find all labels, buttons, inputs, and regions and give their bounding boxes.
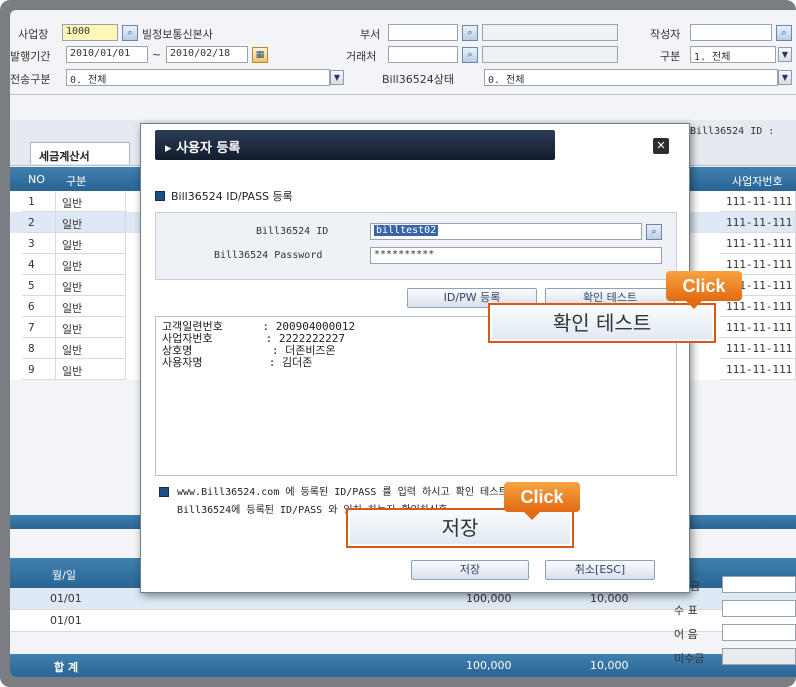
side-field-check[interactable] bbox=[722, 600, 796, 617]
cell-bizno: 111-11-111 bbox=[720, 338, 796, 359]
pw-label: Bill36524 Password bbox=[214, 250, 323, 261]
type-select[interactable]: 1. 전체 bbox=[690, 46, 776, 63]
total-amount: 100,000 bbox=[466, 659, 512, 672]
dept-name-field bbox=[482, 24, 618, 41]
calendar-icon[interactable]: ▦ bbox=[252, 47, 268, 63]
lower-row-date: 01/01 bbox=[50, 592, 82, 605]
cell-no: 2 bbox=[22, 212, 56, 233]
lower-row-tax: 10,000 bbox=[590, 592, 629, 605]
cell-no: 4 bbox=[22, 254, 56, 275]
cell-no: 6 bbox=[22, 296, 56, 317]
bill-status-label: Bill36524상태 bbox=[382, 73, 454, 86]
screenshot-frame: 사업장 1000 ⌕ 빌정보통신본사 부서 ⌕ 작성자 ⌕ 발행기간 2010/… bbox=[0, 0, 796, 687]
cell-no: 3 bbox=[22, 233, 56, 254]
cell-no: 8 bbox=[22, 338, 56, 359]
header-divider bbox=[10, 94, 796, 95]
side-field-note[interactable] bbox=[722, 624, 796, 641]
id-search-icon[interactable]: ⌕ bbox=[646, 224, 662, 240]
click-callout-save: Click bbox=[504, 482, 580, 520]
dialog-title: ▸ 사용자 등록 bbox=[155, 130, 555, 160]
cell-type: 일반 bbox=[56, 296, 126, 317]
lower-row-amount: 100,000 bbox=[466, 592, 512, 605]
bill-status-dropdown-icon[interactable]: ▼ bbox=[778, 70, 792, 85]
cell-type: 일반 bbox=[56, 191, 126, 212]
cell-bizno: 111-11-111 bbox=[720, 233, 796, 254]
section-heading: Bill36524 ID/PASS 등록 bbox=[155, 188, 293, 204]
col-no: NO bbox=[28, 173, 45, 186]
id-field[interactable]: billtest02 bbox=[370, 223, 642, 240]
business-label: 사업장 bbox=[18, 28, 49, 41]
date-separator: ~ bbox=[152, 48, 162, 61]
cell-bizno: 111-11-111 bbox=[720, 359, 796, 380]
cell-type: 일반 bbox=[56, 338, 126, 359]
lower-row-date: 01/01 bbox=[50, 614, 82, 627]
period-label: 발행기간 bbox=[10, 50, 51, 63]
bill-id-label: Bill36524 ID : bbox=[690, 126, 775, 137]
cell-no: 1 bbox=[22, 191, 56, 212]
id-value: billtest02 bbox=[374, 225, 439, 236]
app-screen: 사업장 1000 ⌕ 빌정보통신본사 부서 ⌕ 작성자 ⌕ 발행기간 2010/… bbox=[10, 10, 796, 677]
bullet-icon bbox=[155, 191, 165, 201]
partner-name-field bbox=[482, 46, 618, 63]
send-select[interactable]: 0. 전체 bbox=[66, 69, 330, 86]
type-label: 구분 bbox=[660, 50, 681, 63]
cell-no: 5 bbox=[22, 275, 56, 296]
tab-tax-invoice[interactable]: 세금계산서 bbox=[30, 142, 130, 164]
cell-type: 일반 bbox=[56, 254, 126, 275]
side-label-note: 어 음 bbox=[674, 628, 698, 641]
business-code-field[interactable]: 1000 bbox=[62, 24, 118, 41]
business-search-icon[interactable]: ⌕ bbox=[122, 25, 138, 41]
cell-type: 일반 bbox=[56, 317, 126, 338]
id-label: Bill36524 ID bbox=[256, 226, 329, 237]
credential-form: Bill36524 ID billtest02 ⌕ Bill36524 Pass… bbox=[155, 212, 677, 280]
cell-type: 일반 bbox=[56, 233, 126, 254]
side-field-receivable bbox=[722, 648, 796, 665]
col-date: 월/일 bbox=[52, 569, 76, 582]
cell-bizno: 111-11-111 bbox=[720, 317, 796, 338]
partner-search-icon[interactable]: ⌕ bbox=[462, 47, 478, 63]
close-icon[interactable]: ✕ bbox=[653, 138, 669, 154]
click-callout-test: Click bbox=[666, 271, 742, 309]
total-label: 합 계 bbox=[54, 661, 79, 674]
dept-search-icon[interactable]: ⌕ bbox=[462, 25, 478, 41]
partner-field[interactable] bbox=[388, 46, 458, 63]
cell-type: 일반 bbox=[56, 359, 126, 380]
bill-status-select[interactable]: 0. 전체 bbox=[484, 69, 778, 86]
date-to-field[interactable]: 2010/02/18 bbox=[166, 46, 248, 63]
total-tax: 10,000 bbox=[590, 659, 629, 672]
col-bizno: 사업자번호 bbox=[732, 175, 783, 188]
section-title: Bill36524 ID/PASS 등록 bbox=[171, 190, 293, 203]
bullet-icon bbox=[159, 487, 169, 497]
dialog-title-text: 사용자 등록 bbox=[176, 141, 241, 156]
cell-bizno: 111-11-111 bbox=[720, 212, 796, 233]
cancel-button[interactable]: 취소[ESC] bbox=[545, 560, 655, 580]
business-name: 빌정보통신본사 bbox=[142, 28, 213, 41]
writer-label: 작성자 bbox=[650, 28, 681, 41]
side-label-check: 수 표 bbox=[674, 604, 698, 617]
cell-type: 일반 bbox=[56, 275, 126, 296]
cell-bizno: 111-11-111 bbox=[720, 191, 796, 212]
partner-label: 거래처 bbox=[346, 50, 377, 63]
side-label-cash: 금 bbox=[690, 580, 701, 593]
test-button-callout[interactable]: 확인 테스트 bbox=[488, 303, 716, 343]
dept-label: 부서 bbox=[360, 28, 381, 41]
side-field-cash[interactable] bbox=[722, 576, 796, 593]
dept-field[interactable] bbox=[388, 24, 458, 41]
save-button[interactable]: 저장 bbox=[411, 560, 529, 580]
cell-type: 일반 bbox=[56, 212, 126, 233]
dialog-titlebar: ▸ 사용자 등록 ✕ bbox=[141, 124, 689, 164]
col-type: 구분 bbox=[66, 175, 87, 188]
cell-no: 9 bbox=[22, 359, 56, 380]
writer-field[interactable] bbox=[690, 24, 772, 41]
side-label-receivable: 미수금 bbox=[674, 652, 705, 665]
password-field[interactable]: ********** bbox=[370, 247, 662, 264]
send-label: 전송구분 bbox=[10, 73, 51, 86]
cell-no: 7 bbox=[22, 317, 56, 338]
date-from-field[interactable]: 2010/01/01 bbox=[66, 46, 148, 63]
writer-search-icon[interactable]: ⌕ bbox=[776, 25, 792, 41]
type-dropdown-icon[interactable]: ▼ bbox=[778, 47, 792, 62]
send-dropdown-icon[interactable]: ▼ bbox=[330, 70, 344, 85]
